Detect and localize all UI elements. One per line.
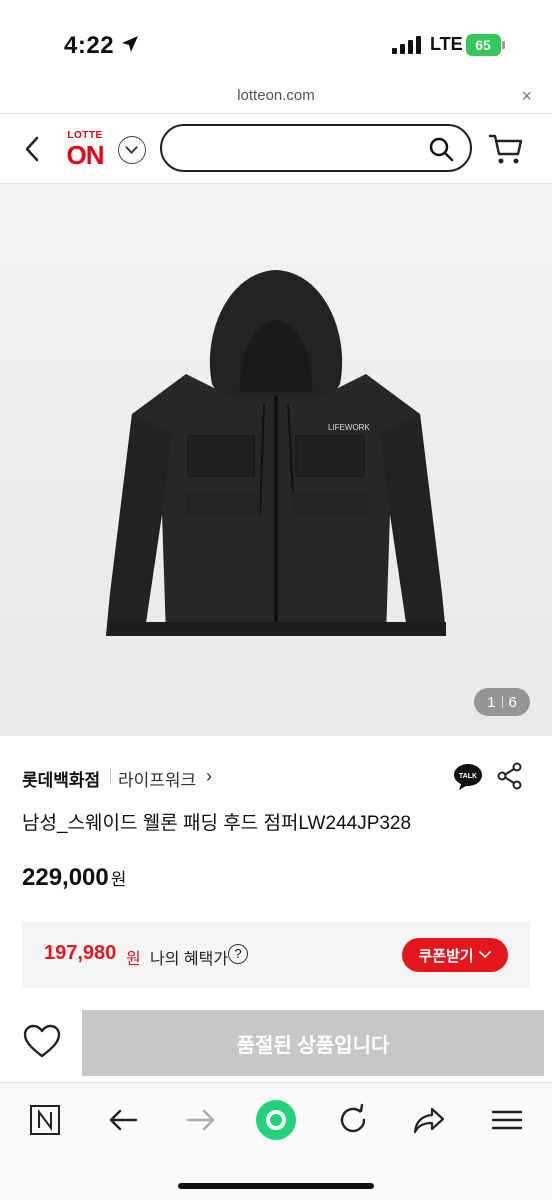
network-label: LTE xyxy=(430,34,463,54)
talk-label: TALK xyxy=(459,773,477,780)
coupon-button[interactable]: 쿠폰받기 xyxy=(402,938,508,972)
jacket-logo-mark: LIFEWORK xyxy=(328,423,370,432)
image-counter-divider xyxy=(501,696,503,708)
help-icon[interactable]: ? xyxy=(228,944,248,964)
search-bar[interactable] xyxy=(160,124,472,172)
naver-n-icon[interactable] xyxy=(26,1101,64,1139)
benefit-label: 나의 혜택가 xyxy=(150,951,229,968)
price-value: 229,000 xyxy=(22,864,109,891)
image-counter-total: 6 xyxy=(508,693,517,711)
coupon-button-label: 쿠폰받기 xyxy=(418,947,474,965)
talk-chat-icon[interactable]: TALK xyxy=(452,762,484,792)
image-counter-current: 1 xyxy=(487,693,496,711)
product-image-jacket: LIFEWORK xyxy=(106,270,446,636)
action-row: 품절된 상품입니다 xyxy=(0,1010,552,1080)
chevron-down-icon xyxy=(478,951,491,959)
share-icon[interactable] xyxy=(496,762,524,790)
product-price: 229,000 원 xyxy=(22,864,126,892)
benefit-price-unit: 원 xyxy=(126,951,141,968)
lotte-on-logo[interactable]: LOTTE ON xyxy=(62,130,108,170)
cart-icon[interactable] xyxy=(488,132,524,166)
menu-icon[interactable] xyxy=(488,1101,526,1139)
battery-icon: 65 xyxy=(466,34,505,56)
benefit-box: 197,980 원 나의 혜택가 ? 쿠폰받기 xyxy=(22,922,530,988)
back-arrow-icon[interactable] xyxy=(104,1101,142,1139)
search-icon[interactable] xyxy=(428,136,454,162)
sub-brand-link[interactable]: 라이프워크 xyxy=(118,766,196,791)
chevron-right-icon[interactable]: › xyxy=(206,766,212,787)
brand-name[interactable]: 롯데백화점 xyxy=(22,766,100,791)
home-indicator xyxy=(178,1183,374,1189)
search-input[interactable] xyxy=(180,136,420,160)
browser-toolbar xyxy=(0,1082,552,1200)
site-header: LOTTE ON xyxy=(0,114,552,184)
status-time: 4:22 xyxy=(64,32,115,59)
signal-icon xyxy=(392,36,421,54)
url-text[interactable]: lotteon.com xyxy=(0,87,552,104)
brand-divider xyxy=(110,768,111,784)
image-counter: 1 6 xyxy=(474,688,530,716)
product-image-carousel[interactable]: LIFEWORK 1 6 xyxy=(0,184,552,736)
battery-level: 65 xyxy=(475,37,491,53)
brand-row: 롯데백화점 라이프워크 › TALK xyxy=(22,762,532,792)
price-unit: 원 xyxy=(110,870,127,889)
back-icon[interactable] xyxy=(20,134,44,164)
forward-arrow-icon[interactable] xyxy=(182,1101,220,1139)
url-bar[interactable]: lotteon.com × xyxy=(0,82,552,114)
location-arrow-icon xyxy=(122,36,138,52)
share-arrow-icon[interactable] xyxy=(410,1101,448,1139)
status-bar: 4:22 LTE 65 xyxy=(0,0,552,82)
logo-main-text: ON xyxy=(66,140,105,170)
heart-icon[interactable] xyxy=(22,1022,62,1062)
soldout-button[interactable]: 품절된 상품입니다 xyxy=(82,1010,544,1076)
green-home-icon[interactable] xyxy=(255,1099,297,1141)
product-title: 남성_스웨이드 웰론 패딩 후드 점퍼LW244JP328 xyxy=(22,813,412,834)
benefit-price: 197,980 xyxy=(44,942,117,964)
close-icon[interactable]: × xyxy=(521,86,532,107)
refresh-icon[interactable] xyxy=(334,1101,372,1139)
chevron-down-icon[interactable] xyxy=(118,136,146,164)
